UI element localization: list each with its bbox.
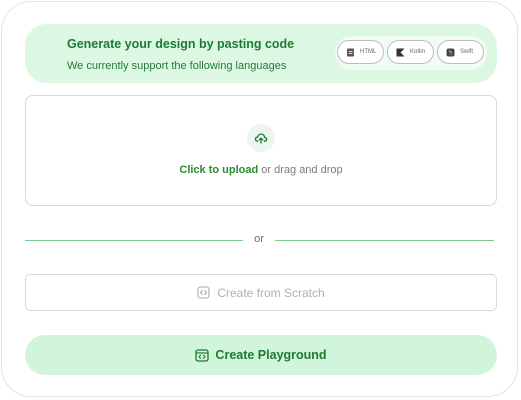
divider-line-left — [25, 240, 243, 241]
create-from-scratch-label: Create from Scratch — [217, 285, 325, 300]
divider-line-right — [275, 240, 494, 241]
language-chip-html[interactable]: HTML — [337, 40, 384, 64]
file-upload-dropzone[interactable]: Click to upload or drag and drop — [25, 95, 497, 206]
language-chip-label: Kotlin — [410, 49, 426, 55]
create-playground-button[interactable]: Create Playground — [25, 335, 497, 375]
banner-subtitle: We currently support the following langu… — [67, 60, 287, 72]
drag-and-drop-hint: or drag and drop — [261, 164, 343, 176]
kotlin-icon — [396, 48, 405, 56]
create-playground-label: Create Playground — [215, 348, 327, 362]
divider-or-label: or — [254, 233, 264, 245]
swift-icon — [446, 48, 455, 56]
create-from-scratch-button[interactable]: Create from Scratch — [25, 274, 497, 311]
click-to-upload-link[interactable]: Click to upload — [179, 164, 258, 176]
html-file-icon — [347, 48, 354, 56]
language-chip-label: HTML — [360, 49, 377, 55]
code-brackets-icon — [197, 286, 210, 299]
upload-instructions: Click to upload or drag and drop — [26, 164, 496, 176]
code-window-icon — [195, 348, 210, 362]
language-chip-kotlin[interactable]: Kotlin — [387, 40, 434, 64]
language-chip-label: Swift — [460, 49, 474, 55]
upload-icon-badge — [247, 124, 275, 152]
banner-title: Generate your design by pasting code — [67, 37, 295, 51]
cloud-upload-icon — [254, 133, 268, 144]
language-chip-group: HTML Kotlin Swift — [335, 36, 487, 70]
language-chip-swift[interactable]: Swift — [437, 40, 484, 64]
language-support-banner: Generate your design by pasting code We … — [25, 24, 497, 83]
